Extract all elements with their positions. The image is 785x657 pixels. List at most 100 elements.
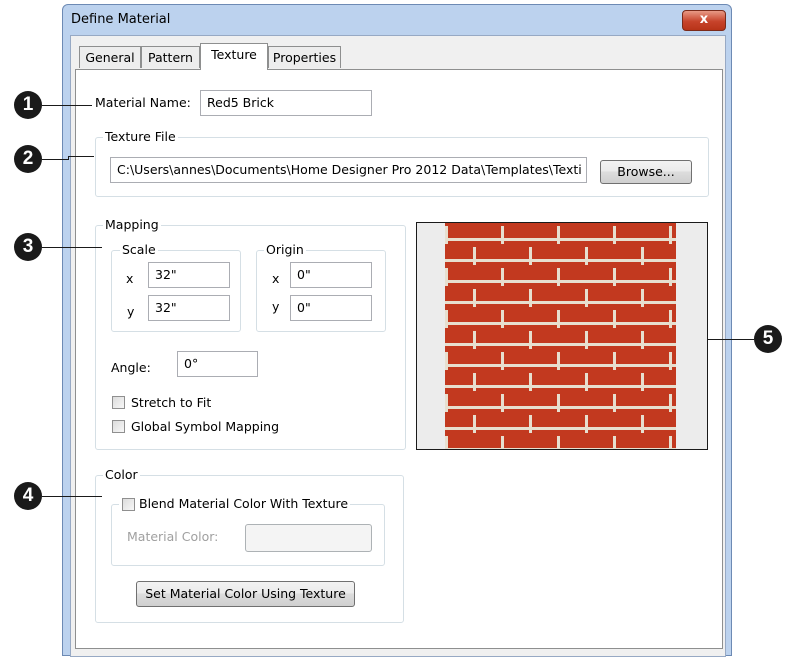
stretch-to-fit-checkbox[interactable] bbox=[112, 396, 125, 409]
global-symbol-mapping-label[interactable]: Global Symbol Mapping bbox=[131, 420, 279, 434]
mortar-joint bbox=[641, 331, 644, 349]
origin-y-label: y bbox=[272, 299, 280, 314]
mortar-joint bbox=[669, 352, 672, 370]
mapping-group-label: Mapping bbox=[103, 217, 161, 232]
mortar-joint bbox=[641, 373, 644, 391]
mortar-joint bbox=[669, 436, 672, 449]
mortar-joint bbox=[445, 352, 448, 370]
mortar-joint bbox=[445, 226, 448, 244]
dialog-title: Define Material bbox=[71, 12, 171, 27]
mortar-joint bbox=[529, 289, 532, 307]
mortar-joint bbox=[557, 436, 560, 449]
mortar-joint bbox=[557, 394, 560, 412]
mortar-joint bbox=[501, 310, 504, 328]
callout-3-line bbox=[42, 247, 102, 248]
brick-row bbox=[445, 268, 676, 286]
callout-5: 5 bbox=[754, 325, 782, 353]
mortar-joint bbox=[473, 373, 476, 391]
material-name-input[interactable]: Red5 Brick bbox=[200, 90, 372, 116]
callout-3: 3 bbox=[14, 233, 42, 261]
mortar-joint bbox=[613, 394, 616, 412]
blend-label[interactable]: Blend Material Color With Texture bbox=[139, 496, 348, 511]
angle-input[interactable]: 0° bbox=[177, 351, 258, 377]
tab-properties[interactable]: Properties bbox=[268, 46, 341, 68]
brick-row bbox=[445, 247, 676, 265]
mortar-joint bbox=[557, 268, 560, 286]
stretch-to-fit-label[interactable]: Stretch to Fit bbox=[131, 396, 211, 410]
mortar-joint bbox=[585, 247, 588, 265]
mortar-joint bbox=[473, 331, 476, 349]
mortar-joint bbox=[585, 331, 588, 349]
brick-row bbox=[445, 310, 676, 328]
mortar-joint bbox=[445, 268, 448, 286]
mortar-joint bbox=[473, 289, 476, 307]
mortar-joint bbox=[669, 310, 672, 328]
scale-group-label: Scale bbox=[120, 242, 158, 257]
origin-y-input[interactable]: 0" bbox=[290, 295, 372, 321]
mortar-joint bbox=[613, 436, 616, 449]
brick-row bbox=[445, 226, 676, 244]
mortar-joint bbox=[613, 352, 616, 370]
callout-4-line bbox=[42, 496, 102, 497]
mortar-joint bbox=[557, 310, 560, 328]
brick-row bbox=[445, 436, 676, 449]
brick-texture-image bbox=[445, 223, 676, 449]
texture-preview bbox=[416, 222, 708, 450]
angle-label: Angle: bbox=[111, 360, 151, 375]
color-group-label: Color bbox=[103, 467, 140, 482]
mortar-joint bbox=[585, 289, 588, 307]
scale-x-label: x bbox=[126, 271, 134, 286]
mortar-joint bbox=[501, 436, 504, 449]
scale-y-input[interactable]: 32" bbox=[148, 295, 230, 321]
mortar-joint bbox=[585, 373, 588, 391]
blend-group-label: Blend Material Color With Texture bbox=[119, 496, 351, 511]
callout-2-line-c bbox=[68, 156, 94, 157]
blend-checkbox[interactable] bbox=[122, 498, 135, 511]
close-button[interactable]: x bbox=[682, 10, 726, 31]
texture-file-path-input[interactable]: C:\Users\annes\Documents\Home Designer P… bbox=[110, 157, 587, 183]
brick-row bbox=[445, 352, 676, 370]
mortar-joint bbox=[585, 415, 588, 433]
mortar-joint bbox=[445, 310, 448, 328]
global-symbol-mapping-checkbox[interactable] bbox=[112, 420, 125, 433]
callout-1: 1 bbox=[14, 91, 42, 119]
scale-x-input[interactable]: 32" bbox=[148, 262, 230, 288]
callout-2-line-a bbox=[42, 159, 68, 160]
mortar-joint bbox=[641, 247, 644, 265]
mortar-joint bbox=[613, 268, 616, 286]
material-name-label: Material Name: bbox=[95, 95, 191, 110]
set-material-color-button[interactable]: Set Material Color Using Texture bbox=[136, 581, 355, 607]
mortar-joint bbox=[501, 394, 504, 412]
callout-1-line bbox=[42, 105, 92, 106]
mortar-joint bbox=[613, 226, 616, 244]
callout-4: 4 bbox=[14, 482, 42, 510]
brick-row bbox=[445, 373, 676, 391]
mortar-joint bbox=[501, 226, 504, 244]
material-color-swatch bbox=[245, 524, 372, 552]
mortar-joint bbox=[445, 436, 448, 449]
mortar-joint bbox=[641, 289, 644, 307]
title-bar[interactable]: Define Material x bbox=[63, 5, 731, 35]
mortar-joint bbox=[529, 331, 532, 349]
mortar-joint bbox=[529, 247, 532, 265]
mortar-joint bbox=[641, 415, 644, 433]
mortar-joint bbox=[557, 226, 560, 244]
mortar-joint bbox=[529, 373, 532, 391]
mortar-joint bbox=[529, 415, 532, 433]
mortar-joint bbox=[473, 415, 476, 433]
tab-pattern[interactable]: Pattern bbox=[141, 46, 200, 68]
mortar-joint bbox=[669, 268, 672, 286]
mortar-joint bbox=[501, 352, 504, 370]
brick-row bbox=[445, 331, 676, 349]
tab-general[interactable]: General bbox=[79, 46, 141, 68]
origin-group-label: Origin bbox=[264, 242, 306, 257]
tab-texture[interactable]: Texture bbox=[200, 43, 268, 70]
origin-x-input[interactable]: 0" bbox=[290, 262, 372, 288]
mortar-joint bbox=[613, 310, 616, 328]
mortar-joint bbox=[473, 247, 476, 265]
scale-y-label: y bbox=[127, 304, 135, 319]
callout-2: 2 bbox=[14, 145, 42, 173]
browse-button[interactable]: Browse... bbox=[600, 160, 692, 184]
brick-row bbox=[445, 415, 676, 433]
mortar-joint bbox=[501, 268, 504, 286]
